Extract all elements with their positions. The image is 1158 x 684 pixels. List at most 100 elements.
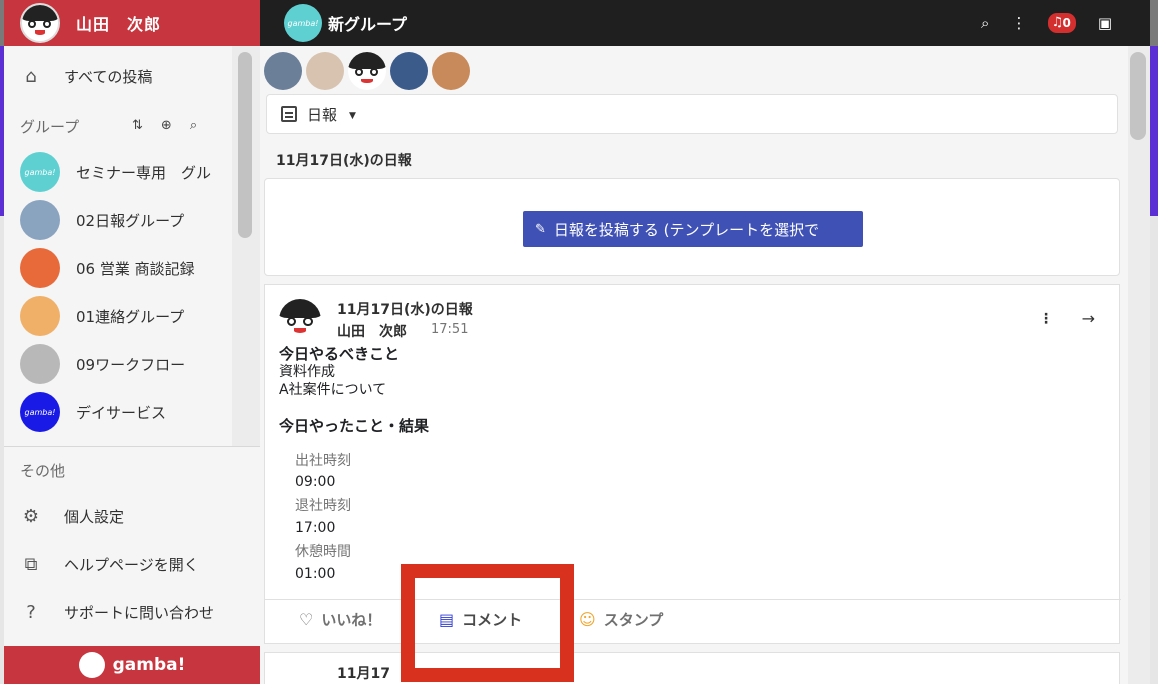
topbar-actions: ⌕ ⋮ ♫ 0 ▣ [981, 0, 1112, 46]
group-label: 06 営業 商談記録 [76, 259, 195, 278]
member-avatar[interactable] [264, 52, 302, 90]
sidebar-group-sales[interactable]: 06 営業 商談記録 [4, 244, 244, 292]
sidebar-group-day-service[interactable]: gamba! デイサービス [4, 388, 244, 436]
app-window: 山田 次郎 ⌂ すべての投稿 グループ ⇅ ⊕ ⌕ gamba! セミナー専用 … [0, 0, 1158, 684]
nav-all-posts[interactable]: ⌂ すべての投稿 [4, 52, 232, 100]
sidebar: 山田 次郎 ⌂ すべての投稿 グループ ⇅ ⊕ ⌕ gamba! セミナー専用 … [4, 0, 260, 684]
sidebar-divider [4, 446, 260, 447]
comment-label: コメント [462, 611, 523, 629]
card-divider [265, 599, 1121, 600]
report-author: 山田 次郎 [337, 324, 407, 340]
field-label-break: 休憩時間 [295, 544, 351, 560]
report-title: 11月17日(水)の日報 [337, 302, 473, 318]
heart-icon: ♡ [299, 610, 314, 629]
nav-contact-support-label: サポートに問い合わせ [64, 603, 215, 622]
notifications-button[interactable]: ♫ 0 [1048, 13, 1076, 33]
report-type-value: 日報 [307, 105, 338, 124]
search-icon[interactable]: ⌕ [981, 14, 989, 32]
calendar-icon [281, 106, 297, 122]
sidebar-header[interactable]: 山田 次郎 [4, 0, 260, 46]
group-icon: gamba! [20, 392, 60, 432]
arrow-right-icon[interactable]: → [1082, 309, 1095, 328]
bell-icon: ♫ [1051, 15, 1064, 30]
comment-icon: ▤ [439, 610, 455, 629]
group-icon [20, 344, 60, 384]
new-post-box: ✎ 日報を投稿する (テンプレートを選択で [264, 178, 1120, 276]
group-icon [20, 248, 60, 288]
field-label-departure: 退社時刻 [295, 498, 351, 514]
more-vert-icon[interactable]: ⋮ [1011, 14, 1026, 32]
comment-button[interactable]: ▤ コメント [439, 609, 522, 630]
sidebar-group-workflow[interactable]: 09ワークフロー [4, 340, 244, 388]
smiley-icon: ☺ [579, 610, 596, 629]
other-section-title: その他 [20, 462, 66, 480]
stamp-button[interactable]: ☺ スタンプ [579, 609, 663, 630]
caret-down-icon: ▼ [349, 110, 356, 121]
date-heading: 11月17日(水)の日報 [276, 153, 412, 169]
nav-open-help[interactable]: ⧉ ヘルプページを開く [4, 540, 232, 588]
main-scrollbar-track[interactable] [1128, 46, 1150, 684]
done-heading: 今日やったこと・結果 [279, 417, 430, 435]
group-logo: gamba! [284, 4, 322, 42]
group-tools: ⇅ ⊕ ⌕ [132, 118, 197, 133]
add-group-icon[interactable]: ⊕ [161, 118, 172, 133]
gear-icon: ⚙ [22, 505, 40, 527]
user-avatar [20, 3, 60, 43]
sidebar-footer-logo: gamba! [4, 646, 260, 684]
todo-line: A社案件について [279, 382, 387, 398]
sidebar-group-seminar[interactable]: gamba! セミナー専用 グル [4, 148, 244, 196]
nav-all-posts-label: すべての投稿 [64, 67, 153, 86]
field-value-departure: 17:00 [295, 520, 336, 536]
external-link-icon: ⧉ [24, 553, 38, 575]
author-avatar[interactable] [279, 299, 321, 341]
field-label-arrival: 出社時刻 [295, 453, 351, 469]
group-icon: gamba! [20, 152, 60, 192]
home-icon: ⌂ [25, 65, 37, 87]
group-label: デイサービス [76, 403, 167, 422]
report-card-next: 11月17 [264, 652, 1120, 684]
topbar: gamba! 新グループ ⌕ ⋮ ♫ 0 ▣ [260, 0, 1150, 46]
member-avatar[interactable] [348, 52, 386, 90]
sidebar-group-contact[interactable]: 01連絡グループ [4, 292, 244, 340]
main-panel: gamba! 新グループ ⌕ ⋮ ♫ 0 ▣ 日報 ▼ 11月17日(水)の日報… [260, 0, 1150, 684]
group-title: 新グループ [328, 15, 408, 34]
group-icon [20, 200, 60, 240]
main-scrollbar-thumb[interactable] [1130, 52, 1146, 140]
create-report-button[interactable]: ✎ 日報を投稿する (テンプレートを選択で [523, 211, 863, 247]
nav-personal-settings[interactable]: ⚙ 個人設定 [4, 492, 232, 540]
nav-contact-support[interactable]: ? サポートに問い合わせ [4, 588, 260, 636]
field-value-arrival: 09:00 [295, 474, 336, 490]
todo-line: 資料作成 [279, 364, 335, 380]
search-groups-icon[interactable]: ⌕ [190, 118, 197, 133]
nav-open-help-label: ヘルプページを開く [64, 555, 199, 574]
group-icon [20, 296, 60, 336]
stamp-label: スタンプ [603, 611, 664, 629]
chat-icon[interactable]: ▣ [1098, 14, 1112, 32]
footer-logo-text: gamba! [112, 655, 186, 675]
report-time: 17:51 [431, 322, 469, 337]
field-value-break: 01:00 [295, 566, 336, 582]
like-button[interactable]: ♡ いいね！ [299, 609, 381, 630]
member-avatar[interactable] [390, 52, 428, 90]
nav-personal-settings-label: 個人設定 [64, 507, 125, 526]
create-report-label: 日報を投稿する (テンプレートを選択で [553, 220, 820, 239]
sort-icon[interactable]: ⇅ [132, 118, 143, 133]
sidebar-group-daily-report[interactable]: 02日報グループ [4, 196, 244, 244]
like-label: いいね！ [321, 611, 382, 629]
post-menu-icon[interactable]: ⋮ [1039, 311, 1053, 327]
member-avatars [264, 52, 470, 90]
group-label: 09ワークフロー [76, 355, 186, 374]
help-circle-icon: ? [26, 601, 36, 623]
user-name: 山田 次郎 [76, 15, 162, 34]
report-card: 11月17日(水)の日報 山田 次郎 17:51 ⋮ → 今日やるべきこと 資料… [264, 284, 1121, 644]
pencil-icon: ✎ [535, 221, 546, 237]
logo-face-icon [78, 652, 105, 678]
group-label: 02日報グループ [76, 211, 185, 230]
next-report-title: 11月17 [337, 666, 390, 682]
group-label: セミナー専用 グル [76, 163, 212, 182]
group-label: 01連絡グループ [76, 307, 185, 326]
report-type-select[interactable]: 日報 ▼ [266, 94, 1118, 134]
member-avatar[interactable] [306, 52, 344, 90]
member-avatar[interactable] [432, 52, 470, 90]
groups-section-title: グループ [20, 118, 80, 136]
